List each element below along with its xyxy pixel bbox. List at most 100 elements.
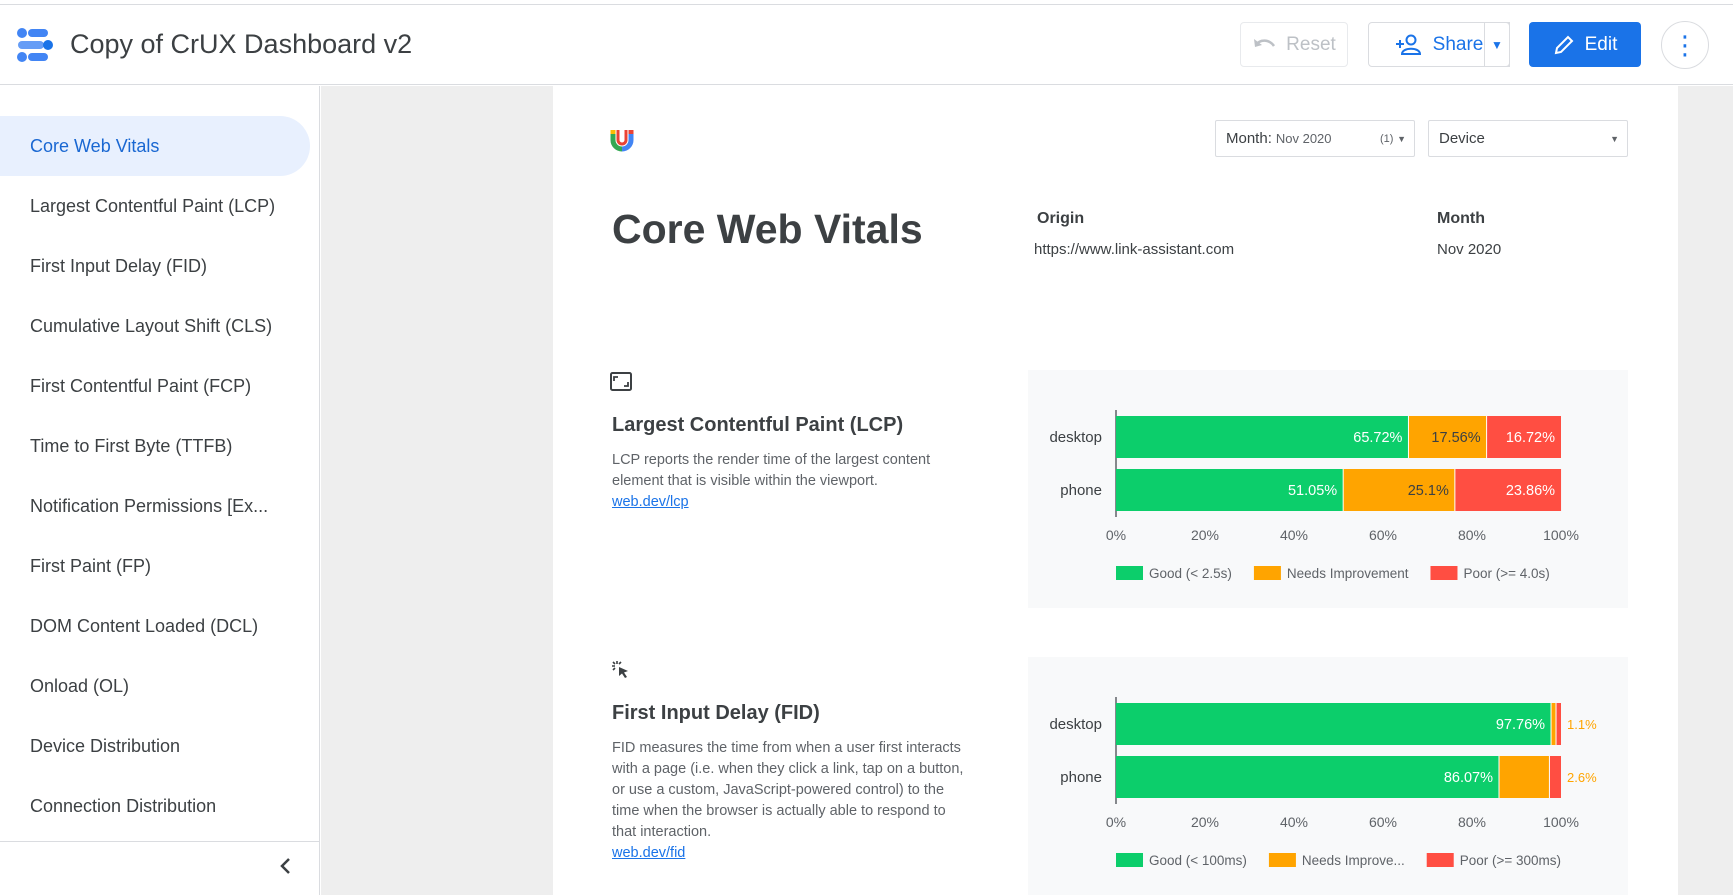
lcp-data-label-desktop-0: 65.72% <box>1353 430 1402 446</box>
fid-bar-desktop-0 <box>1116 703 1552 745</box>
lcp-description-text: LCP reports the render time of the large… <box>612 452 931 489</box>
sidebar-item-lcp[interactable]: Largest Contentful Paint (LCP) <box>0 176 310 236</box>
lcp-legend-label-1: Needs Improvement <box>1287 566 1409 581</box>
lcp-legend-label-0: Good (< 2.5s) <box>1149 566 1232 581</box>
fid-bar-desktop-1 <box>1551 703 1557 745</box>
edit-label: Edit <box>1584 33 1618 55</box>
lcp-legend-swatch-1 <box>1253 566 1281 580</box>
sidebar-item-fp[interactable]: First Paint (FP) <box>0 536 310 596</box>
fid-section-title: First Input Delay (FID) <box>612 702 820 724</box>
month-filter-value: Nov 2020 <box>1275 131 1332 146</box>
sidebar-item-dcl[interactable]: DOM Content Loaded (DCL) <box>0 596 310 656</box>
sidebar-item-fid[interactable]: First Input Delay (FID) <box>0 236 310 296</box>
fid-legend-swatch-2 <box>1426 853 1454 867</box>
lcp-x-tick-label-0: 0% <box>1106 527 1126 543</box>
fid-chart: desktop 97.76% 1.1% phone 86.07% 2.6% 0% 20% 40%… <box>1028 657 1628 895</box>
lcp-data-label-phone-2: 23.86% <box>1506 483 1555 499</box>
lcp-x-tick-label-1: 20% <box>1191 527 1219 543</box>
collapse-sidebar-button[interactable] <box>274 854 298 878</box>
pointer-click-icon <box>612 661 628 678</box>
share-label: Share <box>1432 33 1484 55</box>
reset-button[interactable]: Reset <box>1240 22 1348 67</box>
lcp-section-title: Largest Contentful Paint (LCP) <box>612 414 904 436</box>
lcp-category-label-desktop: desktop <box>1049 429 1102 446</box>
lcp-x-tick-label-4: 80% <box>1458 527 1486 543</box>
month-filter-label: Month: <box>1226 130 1272 147</box>
lcp-data-label-desktop-1: 17.56% <box>1431 430 1480 446</box>
sidebar-item-connection-distribution[interactable]: Connection Distribution <box>0 776 310 836</box>
origin-value: https://www.link-assistant.com <box>1034 241 1235 258</box>
app-header: Copy of CrUX Dashboard v2 Reset Share ▼ … <box>0 5 1733 85</box>
fid-bar-phone-2 <box>1549 756 1561 798</box>
sidebar-item-core-web-vitals[interactable]: Core Web Vitals <box>0 116 310 176</box>
share-options-button[interactable]: ▼ <box>1484 22 1510 67</box>
fid-bar-phone-1 <box>1499 756 1550 798</box>
edit-button[interactable]: Edit <box>1529 22 1641 67</box>
caret-down-icon: ▼ <box>1397 133 1406 144</box>
fid-legend-label-0: Good (< 100ms) <box>1149 853 1247 868</box>
lcp-data-label-phone-1: 25.1% <box>1408 483 1449 499</box>
fid-stacked-bar-chart: desktop 97.76% 1.1% phone 86.07% 2.6% 0% 20% 40%… <box>1049 697 1597 868</box>
fid-x-tick-label-1: 20% <box>1191 814 1219 830</box>
report-page: Month: Nov 2020 (1) ▼ Device ▼ Core Web … <box>553 86 1678 895</box>
data-studio-logo-icon <box>17 28 53 62</box>
page-title: Core Web Vitals <box>612 206 923 252</box>
page-navigation: Core Web Vitals Largest Contentful Paint… <box>0 86 320 895</box>
sidebar-item-ol[interactable]: Onload (OL) <box>0 656 310 716</box>
device-filter[interactable]: Device ▼ <box>1428 120 1628 157</box>
lcp-legend-swatch-2 <box>1430 566 1458 580</box>
lcp-data-label-desktop-2: 16.72% <box>1506 430 1555 446</box>
sidebar-item-device-distribution[interactable]: Device Distribution <box>0 716 310 776</box>
fid-x-tick-label-2: 40% <box>1280 814 1308 830</box>
fid-data-label-phone-0: 86.07% <box>1444 770 1493 786</box>
fid-section-description: FID measures the time from when a user f… <box>612 738 972 864</box>
caret-down-icon: ▼ <box>1491 37 1503 52</box>
fid-x-tick-label-3: 60% <box>1369 814 1397 830</box>
add-person-icon <box>1395 34 1421 55</box>
origin-label: Origin <box>1037 210 1085 227</box>
fid-overflow-label-desktop: 1.1% <box>1567 717 1597 732</box>
more-options-button[interactable]: ⋮ <box>1661 21 1709 69</box>
month-filter[interactable]: Month: Nov 2020 (1) ▼ <box>1215 120 1415 157</box>
more-vert-icon: ⋮ <box>1672 29 1698 60</box>
lcp-legend-label-2: Poor (>= 4.0s) <box>1463 566 1549 581</box>
lcp-legend-swatch-0 <box>1116 566 1143 580</box>
crux-logo-icon <box>610 130 634 152</box>
fid-category-label-desktop: desktop <box>1049 716 1102 733</box>
caret-down-icon: ▼ <box>1610 133 1619 144</box>
sidebar-item-cls[interactable]: Cumulative Layout Shift (CLS) <box>0 296 310 356</box>
lcp-x-tick-label-5: 100% <box>1543 527 1579 543</box>
month-filter-count: (1) <box>1380 132 1394 145</box>
month-value: Nov 2020 <box>1437 241 1502 258</box>
lcp-section-description: LCP reports the render time of the large… <box>612 450 972 513</box>
lcp-chart: desktop 65.72% 17.56% 16.72% phone 51.05% 25.1… <box>1028 370 1628 608</box>
fid-x-tick-label-4: 80% <box>1458 814 1486 830</box>
report-name[interactable]: Copy of CrUX Dashboard v2 <box>70 29 412 60</box>
lcp-stacked-bar-chart: desktop 65.72% 17.56% 16.72% phone 51.05% 25.1… <box>1049 410 1579 581</box>
fid-bar-phone-0 <box>1116 756 1500 798</box>
month-label: Month <box>1437 210 1485 227</box>
undo-icon <box>1254 38 1276 47</box>
fid-legend-label-2: Poor (>= 300ms) <box>1460 853 1561 868</box>
chevron-left-icon <box>280 858 290 874</box>
lcp-x-tick-label-2: 40% <box>1280 527 1308 543</box>
fid-category-label-phone: phone <box>1060 769 1102 786</box>
sidebar-item-fcp[interactable]: First Contentful Paint (FCP) <box>0 356 310 416</box>
fid-x-tick-label-5: 100% <box>1543 814 1579 830</box>
fid-x-tick-label-0: 0% <box>1106 814 1126 830</box>
sidebar-item-ttfb[interactable]: Time to First Byte (TTFB) <box>0 416 310 476</box>
fid-legend-label-1: Needs Improve... <box>1302 853 1405 868</box>
fid-legend-swatch-0 <box>1116 853 1143 867</box>
sidebar-item-notification-permissions[interactable]: Notification Permissions [Ex... <box>0 476 310 536</box>
fid-bar-desktop-2 <box>1556 703 1561 745</box>
fid-docs-link[interactable]: web.dev/fid <box>612 843 972 864</box>
device-filter-label: Device <box>1439 130 1485 147</box>
lcp-docs-link[interactable]: web.dev/lcp <box>612 492 972 513</box>
lcp-x-tick-label-3: 60% <box>1369 527 1397 543</box>
reset-label: Reset <box>1286 33 1336 55</box>
fid-data-label-desktop-0: 97.76% <box>1496 717 1545 733</box>
lcp-category-label-phone: phone <box>1060 482 1102 499</box>
fid-description-text: FID measures the time from when a user f… <box>612 740 964 840</box>
fid-overflow-label-phone: 2.6% <box>1567 770 1597 785</box>
fid-legend-swatch-1 <box>1268 853 1296 867</box>
